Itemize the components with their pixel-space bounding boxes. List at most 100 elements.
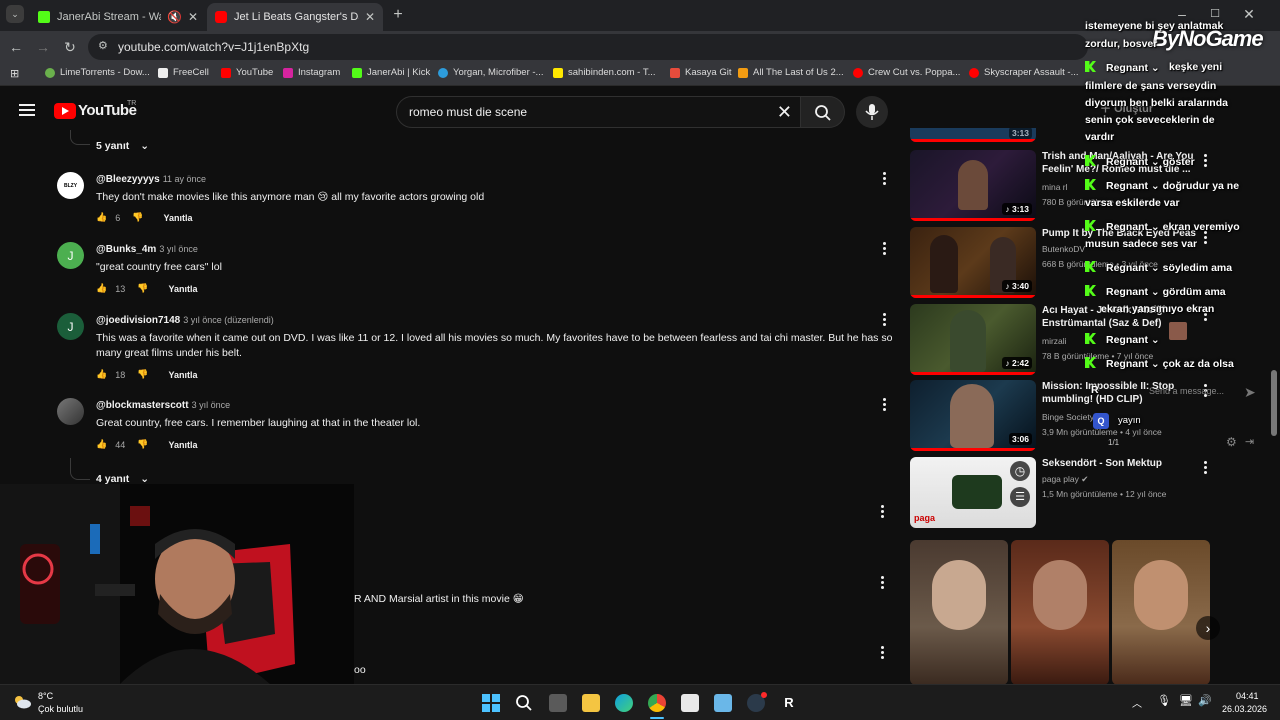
address-bar[interactable]: ⚙ youtube.com/watch?v=J1j1enBpXtg xyxy=(88,34,1088,60)
avatar[interactable]: BLZY xyxy=(57,172,84,199)
page-scrollbar[interactable] xyxy=(1271,370,1277,436)
comment-author[interactable]: @Bunks_4m xyxy=(96,244,156,255)
chat-username[interactable]: Regnant xyxy=(1106,62,1148,74)
add-to-queue-icon[interactable]: ☰ xyxy=(1010,487,1030,507)
bookmark-youtube[interactable]: YouTube xyxy=(221,67,273,78)
more-options-icon[interactable] xyxy=(1204,461,1208,476)
taskbar-search-icon[interactable] xyxy=(515,694,533,712)
channel-name[interactable]: ButenkoDV xyxy=(1042,244,1085,254)
short-thumbnail[interactable] xyxy=(910,540,1008,685)
apps-grid-icon[interactable]: ⊞ xyxy=(10,67,19,80)
avatar[interactable]: J xyxy=(57,313,84,340)
reply-button[interactable]: Yanıtla xyxy=(168,284,197,294)
close-tab-icon[interactable]: ✕ xyxy=(188,10,198,24)
more-options-icon[interactable] xyxy=(1204,154,1208,169)
video-thumbnail[interactable]: paga ◷ ☰ xyxy=(910,457,1036,528)
thumbs-down-icon[interactable]: 👎 xyxy=(137,369,148,380)
chat-username[interactable]: Regnant xyxy=(1106,221,1148,233)
more-options-icon[interactable] xyxy=(881,505,885,520)
tab-search-icon[interactable]: ⌄ xyxy=(6,5,24,23)
avatar[interactable]: J xyxy=(57,242,84,269)
clock-date[interactable]: 26.03.2026 xyxy=(1222,704,1267,714)
reply-button[interactable]: Yanıtla xyxy=(168,440,197,450)
comment-author[interactable]: @joedivision7148 xyxy=(96,315,180,326)
partial-thumbnail[interactable]: 3:13 xyxy=(910,128,1036,142)
thumbs-down-icon[interactable]: 👎 xyxy=(137,283,148,294)
hamburger-menu-icon[interactable] xyxy=(19,104,35,116)
comment-time[interactable]: 3 yıl önce xyxy=(159,244,198,254)
short-thumbnail[interactable] xyxy=(1112,540,1210,685)
forward-arrow-icon[interactable]: → xyxy=(33,37,53,57)
more-options-icon[interactable] xyxy=(1204,231,1208,246)
close-window-button[interactable]: ✕ xyxy=(1239,4,1259,24)
clock-time[interactable]: 04:41 xyxy=(1236,691,1259,701)
network-icon[interactable]: 🖥 xyxy=(1179,694,1193,707)
replies-toggle[interactable]: 5 yanıt ⌄ xyxy=(96,140,149,152)
bookmark-instagram[interactable]: Instagram xyxy=(283,67,340,78)
back-arrow-icon[interactable]: ← xyxy=(6,37,26,57)
thumbs-down-icon[interactable]: 👎 xyxy=(137,439,148,450)
volume-icon[interactable]: 🔊 xyxy=(1198,694,1212,707)
thumbs-down-icon[interactable]: 👎 xyxy=(132,212,143,223)
chat-username[interactable]: Regnant xyxy=(1106,156,1148,168)
reload-icon[interactable]: ↻ xyxy=(60,37,80,57)
send-icon[interactable]: ➤ xyxy=(1244,384,1256,401)
reply-button[interactable]: Yanıtla xyxy=(163,213,192,223)
chat-username[interactable]: Regnant xyxy=(1106,262,1148,274)
edge-icon[interactable] xyxy=(615,694,633,712)
more-options-icon[interactable] xyxy=(881,576,885,591)
store-icon[interactable] xyxy=(681,694,699,712)
comment-time[interactable]: 3 yıl önce xyxy=(192,400,231,410)
video-thumbnail[interactable]: 3:06 xyxy=(910,380,1036,451)
thumbs-up-icon[interactable]: 👍 xyxy=(96,283,107,294)
comment-author[interactable]: @Bleezyyyys xyxy=(96,174,160,185)
channel-name[interactable]: mirzali xyxy=(1042,336,1067,346)
bookmark-yorgan[interactable]: Yorgan, Microfiber -... xyxy=(438,67,543,78)
video-title[interactable]: Seksendört - Son Mektup xyxy=(1042,457,1202,470)
task-view-icon[interactable] xyxy=(549,694,567,712)
channel-name[interactable]: paga play ✔ xyxy=(1042,474,1088,485)
next-shorts-button[interactable]: › xyxy=(1196,616,1220,640)
video-thumbnail[interactable]: ♪ 2:42 xyxy=(910,304,1036,375)
watch-later-icon[interactable]: ◷ xyxy=(1010,461,1030,481)
youtube-logo[interactable]: YouTube xyxy=(54,102,137,119)
bookmark-sahibinden[interactable]: sahibinden.com - T... xyxy=(553,67,655,78)
video-thumbnail[interactable]: ♪ 3:13 xyxy=(910,150,1036,221)
bookmark-last-of-us[interactable]: All The Last of Us 2... xyxy=(738,67,844,78)
channel-name[interactable]: Binge Society xyxy=(1042,412,1094,422)
thumbs-up-icon[interactable]: 👍 xyxy=(96,439,107,450)
more-options-icon[interactable] xyxy=(883,242,887,257)
chrome-icon[interactable] xyxy=(648,694,666,712)
comment-time[interactable]: 11 ay önce xyxy=(163,174,206,184)
mute-icon[interactable]: 🔇 xyxy=(167,10,182,24)
thumbs-up-icon[interactable]: 👍 xyxy=(96,369,107,380)
thumbs-up-icon[interactable]: 👍 xyxy=(96,212,107,223)
file-explorer-icon[interactable] xyxy=(582,694,600,712)
comment-time[interactable]: 3 yıl önce (düzenlendi) xyxy=(183,315,274,325)
chat-username[interactable]: Regnant xyxy=(1106,358,1148,370)
tray-chevron-icon[interactable]: ︿ xyxy=(1132,695,1142,710)
tab-youtube-video[interactable]: Jet Li Beats Gangster's Daughte ✕ xyxy=(207,3,383,31)
site-info-icon[interactable]: ⚙ xyxy=(98,39,108,52)
exit-chat-icon[interactable]: ⇥ xyxy=(1245,435,1254,448)
voice-search-button[interactable] xyxy=(856,96,888,128)
search-button[interactable] xyxy=(801,96,845,128)
more-options-icon[interactable] xyxy=(883,313,887,328)
photos-icon[interactable] xyxy=(714,694,732,712)
chat-settings-icon[interactable]: ⚙ xyxy=(1226,435,1237,449)
chat-username[interactable]: Regnant xyxy=(1106,180,1148,192)
video-thumbnail[interactable]: ♪ 3:40 xyxy=(910,227,1036,298)
short-thumbnail[interactable] xyxy=(1011,540,1109,685)
avatar[interactable] xyxy=(57,398,84,425)
channel-name[interactable]: mina rl xyxy=(1042,182,1068,192)
bookmark-freecell[interactable]: FreeCell xyxy=(158,67,209,78)
start-button[interactable] xyxy=(482,694,500,712)
bookmark-crew-cut[interactable]: Crew Cut vs. Poppa... xyxy=(853,67,960,78)
clear-search-icon[interactable]: ✕ xyxy=(777,102,792,123)
r-app-icon[interactable]: R xyxy=(780,694,798,712)
bookmark-kick[interactable]: JanerAbi | Kick xyxy=(352,67,430,78)
recommended-video[interactable]: paga ◷ ☰ Seksendört - Son Mektup paga pl… xyxy=(910,457,1210,531)
microphone-icon[interactable]: 🎙 xyxy=(1157,694,1171,707)
chat-input[interactable]: R Send a message... xyxy=(1085,382,1245,400)
tab-janerabi-stream[interactable]: JanerAbi Stream - Watch Li 🔇 ✕ xyxy=(30,3,206,31)
